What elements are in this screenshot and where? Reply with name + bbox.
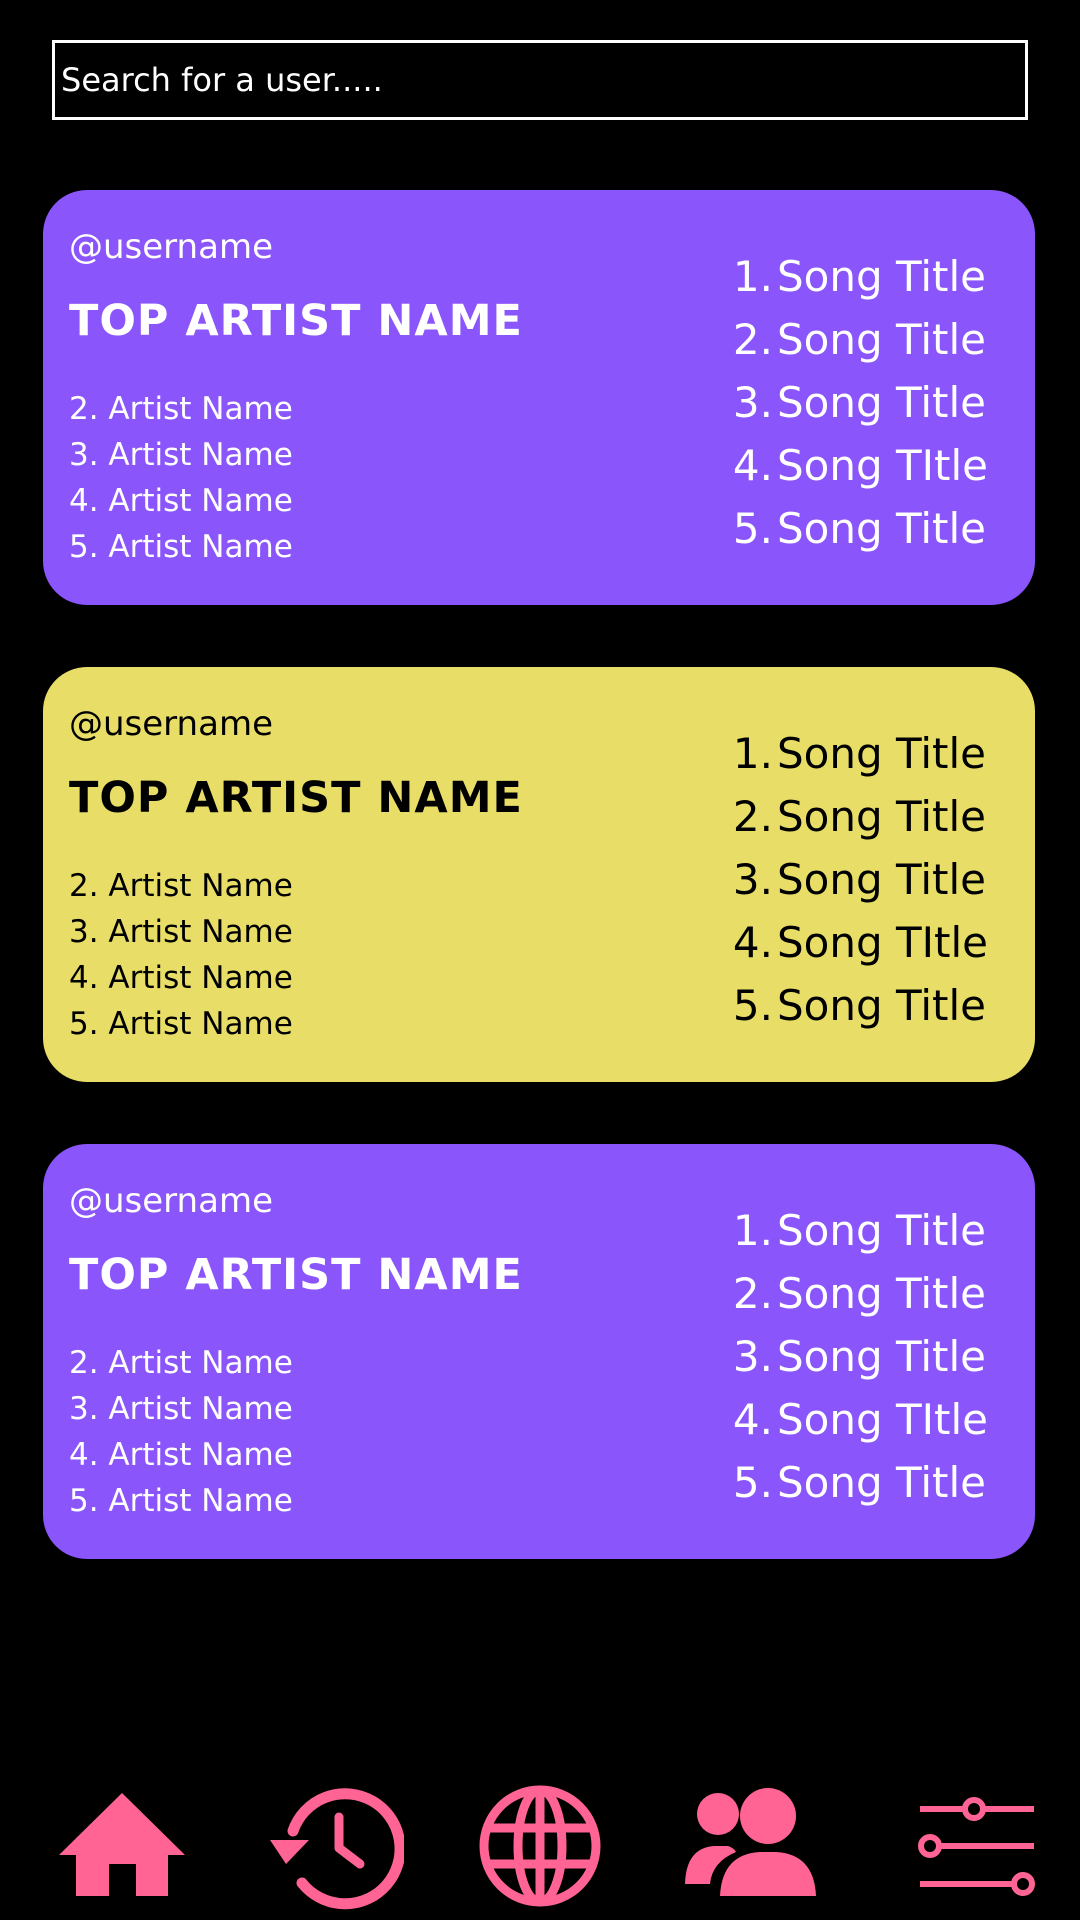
artist-list: 2. Artist Name 3. Artist Name 4. Artist … xyxy=(69,386,293,570)
song-title: Song Title xyxy=(777,504,986,553)
top-artist-name: TOP ARTIST NAME xyxy=(69,773,523,823)
song-title: Song Title xyxy=(777,792,986,841)
song-item: 2. Song Title xyxy=(683,308,988,371)
card-username[interactable]: @username xyxy=(69,707,273,741)
song-title: Song TItle xyxy=(777,441,989,490)
song-title: Song Title xyxy=(777,315,986,364)
song-title: Song Title xyxy=(777,981,986,1030)
artist-item: 2. Artist Name xyxy=(69,1345,293,1381)
globe-icon[interactable] xyxy=(470,1780,610,1920)
song-item: 4. Song TItle xyxy=(683,434,988,497)
settings-sliders-icon[interactable] xyxy=(906,1780,1046,1920)
search-box[interactable] xyxy=(52,40,1028,120)
song-item: 1. Song Title xyxy=(683,722,988,785)
artist-item: 3. Artist Name xyxy=(69,437,293,473)
bottom-nav xyxy=(0,1780,1080,1920)
song-rank: 1. xyxy=(732,1206,773,1255)
artist-item: 5. Artist Name xyxy=(69,1483,293,1519)
song-title: Song Title xyxy=(777,729,986,778)
song-title: Song Title xyxy=(777,378,986,427)
song-title: Song TItle xyxy=(777,918,989,967)
song-rank: 2. xyxy=(732,792,773,841)
song-item: 3. Song Title xyxy=(683,371,988,434)
song-title: Song Title xyxy=(777,1269,986,1318)
user-card[interactable]: @username TOP ARTIST NAME 2. Artist Name… xyxy=(43,667,1035,1082)
song-item: 1. Song Title xyxy=(683,1199,988,1262)
song-list: 1. Song Title 2. Song Title 3. Song Title 4… xyxy=(683,722,988,1037)
song-item: 2. Song Title xyxy=(683,785,988,848)
song-title: Song Title xyxy=(777,1332,986,1381)
song-rank: 1. xyxy=(732,729,773,778)
user-card[interactable]: @username TOP ARTIST NAME 2. Artist Name… xyxy=(43,1144,1035,1559)
song-rank: 4. xyxy=(732,1395,773,1444)
history-icon[interactable] xyxy=(264,1780,404,1920)
song-rank: 2. xyxy=(732,315,773,364)
song-rank: 1. xyxy=(732,252,773,301)
home-icon[interactable] xyxy=(52,1780,192,1920)
card-username[interactable]: @username xyxy=(69,230,273,264)
artist-list: 2. Artist Name 3. Artist Name 4. Artist … xyxy=(69,863,293,1047)
artist-item: 5. Artist Name xyxy=(69,529,293,565)
song-title: Song Title xyxy=(777,855,986,904)
card-username[interactable]: @username xyxy=(69,1184,273,1218)
song-item: 5. Song Title xyxy=(683,974,988,1037)
song-title: Song Title xyxy=(777,1458,986,1507)
song-rank: 5. xyxy=(732,981,773,1030)
song-title: Song TItle xyxy=(777,1395,989,1444)
song-rank: 2. xyxy=(732,1269,773,1318)
artist-item: 3. Artist Name xyxy=(69,1391,293,1427)
friends-icon[interactable] xyxy=(682,1780,822,1920)
song-item: 3. Song Title xyxy=(683,1325,988,1388)
song-item: 1. Song Title xyxy=(683,245,988,308)
artist-list: 2. Artist Name 3. Artist Name 4. Artist … xyxy=(69,1340,293,1524)
song-rank: 4. xyxy=(732,918,773,967)
song-rank: 4. xyxy=(732,441,773,490)
song-rank: 5. xyxy=(732,1458,773,1507)
song-item: 4. Song TItle xyxy=(683,911,988,974)
song-list: 1. Song Title 2. Song Title 3. Song Title 4… xyxy=(683,1199,988,1514)
song-rank: 3. xyxy=(732,855,773,904)
song-list: 1. Song Title 2. Song Title 3. Song Title 4… xyxy=(683,245,988,560)
song-item: 5. Song Title xyxy=(683,1451,988,1514)
artist-item: 5. Artist Name xyxy=(69,1006,293,1042)
search-input[interactable] xyxy=(55,43,1025,117)
artist-item: 3. Artist Name xyxy=(69,914,293,950)
song-rank: 3. xyxy=(732,378,773,427)
artist-item: 4. Artist Name xyxy=(69,483,293,519)
song-item: 2. Song Title xyxy=(683,1262,988,1325)
top-artist-name: TOP ARTIST NAME xyxy=(69,1250,523,1300)
artist-item: 2. Artist Name xyxy=(69,868,293,904)
artist-item: 2. Artist Name xyxy=(69,391,293,427)
song-title: Song Title xyxy=(777,1206,986,1255)
top-artist-name: TOP ARTIST NAME xyxy=(69,296,523,346)
song-rank: 3. xyxy=(732,1332,773,1381)
song-title: Song Title xyxy=(777,252,986,301)
artist-item: 4. Artist Name xyxy=(69,1437,293,1473)
artist-item: 4. Artist Name xyxy=(69,960,293,996)
song-rank: 5. xyxy=(732,504,773,553)
song-item: 5. Song Title xyxy=(683,497,988,560)
song-item: 3. Song Title xyxy=(683,848,988,911)
song-item: 4. Song TItle xyxy=(683,1388,988,1451)
user-card[interactable]: @username TOP ARTIST NAME 2. Artist Name… xyxy=(43,190,1035,605)
